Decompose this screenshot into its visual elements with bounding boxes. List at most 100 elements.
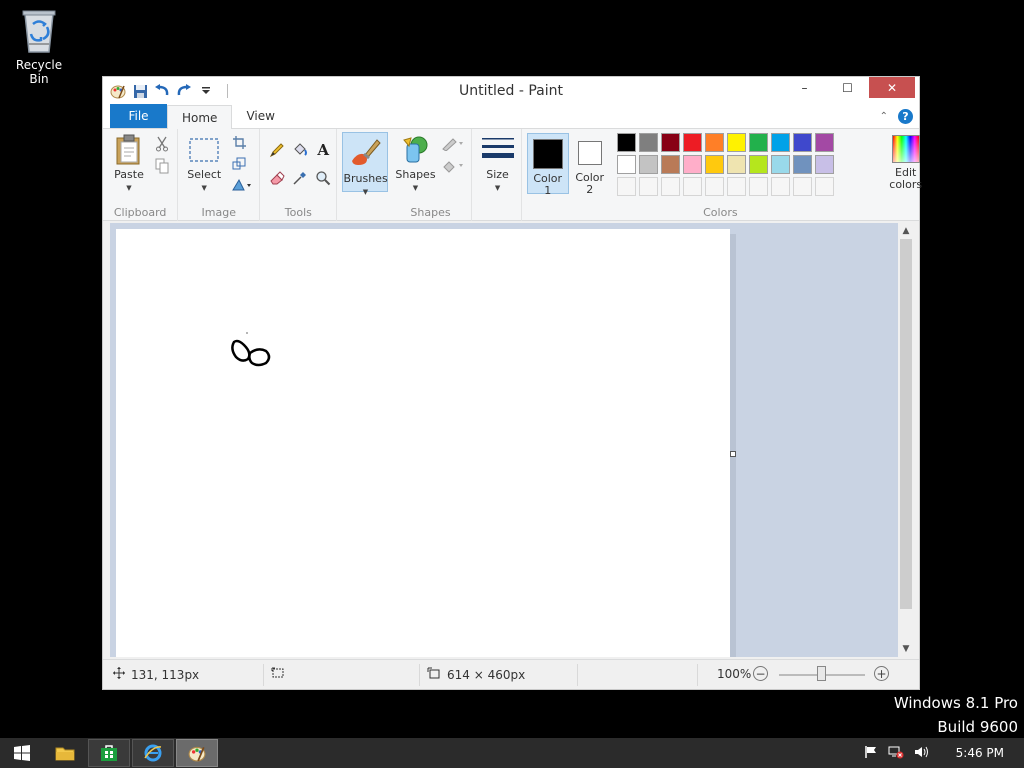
palette-swatch[interactable] [704, 133, 724, 152]
palette-swatch[interactable] [792, 133, 812, 152]
paint-window: Untitled - Paint – ☐ ✕ File Home View ⌃ … [102, 76, 922, 690]
volume-icon[interactable] [914, 745, 930, 762]
paste-button[interactable]: Paste ▼ [111, 133, 147, 194]
minimize-button[interactable]: – [783, 77, 826, 98]
fill-bucket-icon[interactable] [291, 141, 309, 159]
size-button[interactable]: Size ▼ [478, 133, 518, 194]
color2-number: 2 [586, 183, 594, 196]
custom-color-slot[interactable] [704, 177, 724, 196]
palette-swatch[interactable] [682, 133, 702, 152]
palette-swatch[interactable] [814, 155, 834, 174]
selection-size [271, 667, 291, 682]
edit-colors-button[interactable]: Edit colors [884, 133, 928, 191]
custom-color-slot[interactable] [660, 177, 680, 196]
custom-color-slot[interactable] [814, 177, 834, 196]
custom-color-slot[interactable] [726, 177, 746, 196]
fill-icon[interactable] [440, 157, 466, 175]
windows-edition-watermark: Windows 8.1 Pro [893, 694, 1018, 712]
palette-swatch[interactable] [638, 155, 658, 174]
custom-color-slot[interactable] [616, 177, 636, 196]
pencil-icon[interactable] [268, 141, 286, 159]
maximize-button[interactable]: ☐ [826, 77, 869, 98]
select-button[interactable]: Select ▼ [184, 133, 224, 194]
palette-swatch[interactable] [792, 155, 812, 174]
tab-view[interactable]: View [232, 104, 288, 128]
palette-swatch[interactable] [814, 133, 834, 152]
zoom-out-icon[interactable]: − [753, 666, 768, 681]
palette-swatch[interactable] [770, 133, 790, 152]
cut-icon[interactable] [153, 135, 171, 153]
zoom-in-icon[interactable]: + [874, 666, 889, 681]
palette-swatch[interactable] [660, 155, 680, 174]
palette-swatch[interactable] [748, 155, 768, 174]
minimize-ribbon-icon[interactable]: ⌃ [880, 111, 888, 122]
brushes-button[interactable]: Brushes ▼ [342, 132, 389, 196]
tab-home[interactable]: Home [167, 105, 233, 129]
status-separator [263, 664, 264, 686]
copy-icon[interactable] [153, 157, 171, 175]
palette-swatch[interactable] [770, 155, 790, 174]
taskbar-store[interactable] [88, 739, 130, 767]
palette-swatch[interactable] [616, 155, 636, 174]
custom-color-slot[interactable] [748, 177, 768, 196]
palette-swatch[interactable] [660, 133, 680, 152]
zoom-slider-thumb[interactable] [817, 666, 826, 681]
resize-icon[interactable] [230, 154, 248, 172]
close-button[interactable]: ✕ [869, 77, 915, 98]
brushes-dropdown-icon: ▼ [362, 188, 369, 196]
custom-color-slot[interactable] [682, 177, 702, 196]
taskbar-internet-explorer[interactable] [132, 739, 174, 767]
palette-swatch[interactable] [682, 155, 702, 174]
palette-swatch[interactable] [638, 133, 658, 152]
shapes-button[interactable]: Shapes ▼ [394, 133, 436, 194]
palette-swatch[interactable] [726, 155, 746, 174]
custom-color-slot[interactable] [638, 177, 658, 196]
undo-icon[interactable] [153, 82, 171, 100]
edit-colors-label-line2: colors [889, 178, 923, 191]
select-label: Select [187, 168, 222, 181]
taskbar-file-explorer[interactable] [44, 739, 86, 767]
custom-color-slot[interactable] [792, 177, 812, 196]
line-size-icon [480, 133, 516, 167]
title-bar[interactable]: Untitled - Paint – ☐ ✕ [103, 77, 919, 105]
group-size: Size ▼ [472, 129, 522, 221]
palette-swatch[interactable] [726, 133, 746, 152]
outline-icon[interactable] [440, 135, 466, 153]
start-button[interactable] [2, 739, 42, 767]
redo-icon[interactable] [175, 82, 193, 100]
selection-rectangle-icon [187, 133, 221, 167]
recycle-bin-shortcut[interactable]: Recycle Bin [6, 6, 72, 86]
canvas-workspace[interactable] [110, 223, 898, 657]
vertical-scrollbar[interactable]: ▲ ▼ [898, 223, 914, 657]
paste-label: Paste [114, 168, 144, 181]
color-picker-icon[interactable] [291, 169, 309, 187]
palette-swatch[interactable] [748, 133, 768, 152]
crop-icon[interactable] [230, 133, 248, 151]
paint-app-icon[interactable] [109, 82, 127, 100]
canvas-drawing [231, 332, 271, 367]
action-center-flag-icon[interactable] [864, 745, 878, 762]
scroll-down-icon[interactable]: ▼ [898, 641, 914, 657]
rotate-icon[interactable] [230, 175, 254, 193]
taskbar-paint[interactable] [176, 739, 218, 767]
customize-qat-icon[interactable] [197, 82, 215, 100]
palette-swatch[interactable] [616, 133, 636, 152]
color2-swatch-frame [573, 136, 607, 170]
custom-color-slot[interactable] [770, 177, 790, 196]
color1-button[interactable]: Color 1 [526, 133, 569, 197]
text-tool-icon[interactable]: A [314, 141, 332, 159]
taskbar-clock[interactable]: 5:46 PM [956, 746, 1004, 760]
tab-file[interactable]: File [110, 104, 167, 128]
eraser-icon[interactable] [268, 169, 286, 187]
drawing-canvas[interactable] [116, 229, 730, 657]
palette-swatch[interactable] [704, 155, 724, 174]
magnifier-icon[interactable] [314, 169, 332, 187]
help-icon[interactable]: ? [898, 109, 913, 124]
scroll-up-icon[interactable]: ▲ [898, 223, 914, 239]
color2-button[interactable]: Color 2 [572, 133, 608, 196]
clipboard-group-label: Clipboard [113, 206, 167, 219]
save-icon[interactable] [131, 82, 149, 100]
canvas-resize-handle-right[interactable] [730, 451, 736, 457]
network-disconnected-icon[interactable] [888, 745, 904, 762]
scrollbar-thumb[interactable] [900, 239, 912, 609]
